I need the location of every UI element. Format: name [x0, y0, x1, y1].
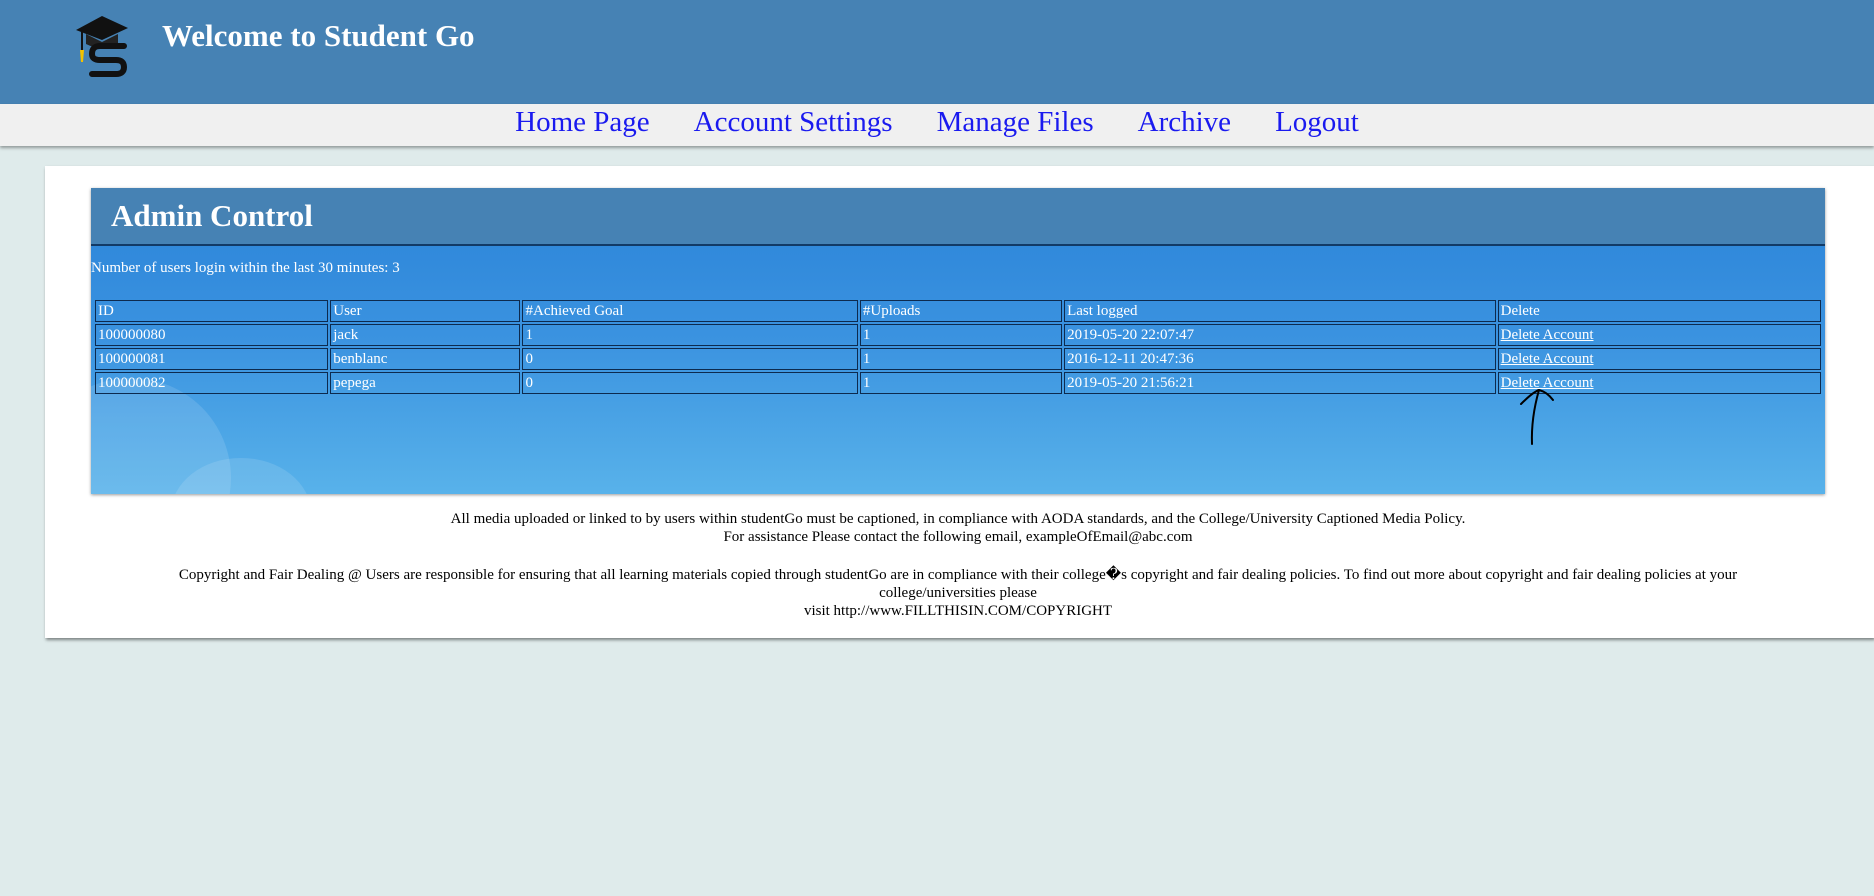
copyright-visit-text: visit http://www.FILLTHISIN.COM/COPYRIGH… [803, 603, 1113, 619]
cell-uploads: 1 [859, 348, 1063, 370]
cell-id: 100000081 [95, 348, 329, 370]
table-header-row: ID User #Achieved Goal #Uploads Last log… [95, 300, 1821, 322]
main-content-panel: Admin Control Number of users login with… [45, 166, 1874, 638]
main-nav: Home Page Account Settings Manage Files … [0, 104, 1874, 146]
column-header-delete: Delete [1497, 300, 1821, 322]
cell-id: 100000082 [95, 372, 329, 394]
cell-uploads: 1 [859, 324, 1063, 346]
cell-delete: Delete Account [1497, 348, 1821, 370]
column-header-uploads: #Uploads [859, 300, 1063, 322]
admin-control-panel: Admin Control Number of users login with… [91, 188, 1825, 494]
admin-control-title: Admin Control [111, 198, 313, 233]
cell-achieved-goal: 1 [522, 324, 858, 346]
hand-drawn-arrow-annotation [1520, 388, 1554, 445]
nav-home-page[interactable]: Home Page [515, 104, 650, 140]
nav-archive[interactable]: Archive [1138, 104, 1231, 140]
media-policy-text: All media uploaded or linked to by users… [450, 511, 1466, 527]
column-header-last-logged: Last logged [1064, 300, 1496, 322]
delete-account-link[interactable]: Delete Account [1501, 351, 1594, 367]
table-row: 100000081 benblanc 0 1 2016-12-11 20:47:… [95, 348, 1821, 370]
graduation-cap-s-logo-icon [72, 14, 132, 78]
cell-uploads: 1 [859, 372, 1063, 394]
site-title: Welcome to Student Go [162, 18, 475, 53]
column-header-id: ID [95, 300, 329, 322]
cell-delete: Delete Account [1497, 324, 1821, 346]
assistance-text: For assistance Please contact the follow… [723, 529, 1193, 545]
cell-user: jack [330, 324, 521, 346]
cell-last-logged: 2016-12-11 20:47:36 [1064, 348, 1496, 370]
delete-account-link[interactable]: Delete Account [1501, 327, 1594, 343]
cell-achieved-goal: 0 [522, 372, 858, 394]
nav-logout[interactable]: Logout [1275, 104, 1359, 140]
cell-last-logged: 2019-05-20 22:07:47 [1064, 324, 1496, 346]
page-footer: All media uploaded or linked to by users… [91, 510, 1825, 620]
site-header: Welcome to Student Go [0, 0, 1874, 104]
table-row: 100000080 jack 1 1 2019-05-20 22:07:47 D… [95, 324, 1821, 346]
nav-account-settings[interactable]: Account Settings [694, 104, 893, 140]
cell-last-logged: 2019-05-20 21:56:21 [1064, 372, 1496, 394]
cell-user: benblanc [330, 348, 521, 370]
column-header-user: User [330, 300, 521, 322]
cell-achieved-goal: 0 [522, 348, 858, 370]
cell-id: 100000080 [95, 324, 329, 346]
nav-manage-files[interactable]: Manage Files [937, 104, 1094, 140]
cell-user: pepega [330, 372, 521, 394]
admin-control-header: Admin Control [91, 188, 1825, 246]
column-header-achieved-goal: #Achieved Goal [522, 300, 858, 322]
users-login-count: Number of users login within the last 30… [91, 260, 400, 276]
copyright-text: Copyright and Fair Dealing @ Users are r… [178, 567, 1738, 601]
